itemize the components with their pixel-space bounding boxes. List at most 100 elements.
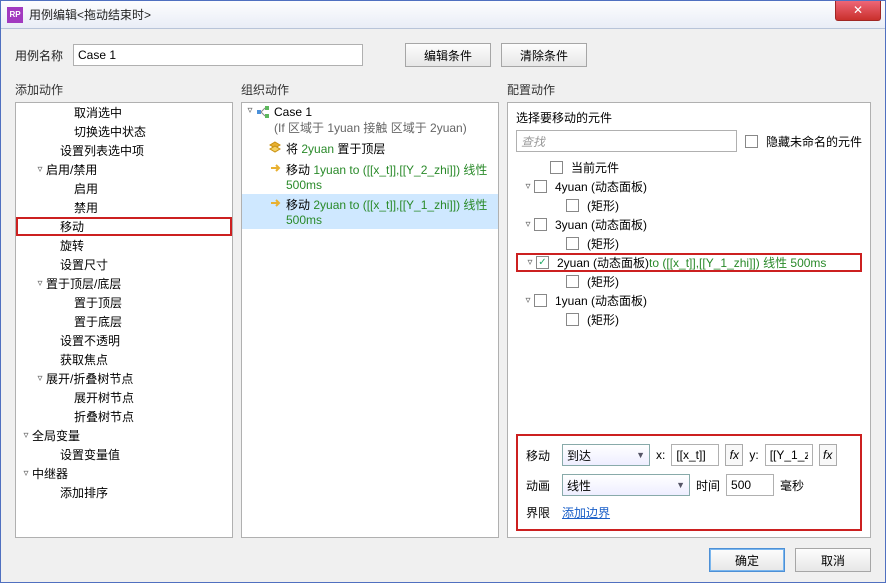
anim-type-value: 线性 bbox=[567, 477, 591, 494]
case-name-input[interactable] bbox=[73, 44, 363, 66]
action-text: 将 2yuan 置于顶层 bbox=[286, 140, 498, 157]
widget-checkbox[interactable] bbox=[566, 199, 579, 212]
widget-checkbox[interactable] bbox=[534, 180, 547, 193]
widget-checkbox[interactable] bbox=[534, 294, 547, 307]
action-tree-item[interactable]: ▿中继器 bbox=[16, 464, 232, 483]
widget-tree-item[interactable]: (矩形) bbox=[516, 272, 862, 291]
action-label: 移动 bbox=[60, 218, 84, 235]
organize-action-header: 组织动作 bbox=[241, 77, 499, 102]
case-icon bbox=[256, 105, 270, 119]
cancel-button[interactable]: 取消 bbox=[795, 548, 871, 572]
time-label: 时间 bbox=[696, 477, 720, 494]
bounds-label: 界限 bbox=[526, 504, 556, 521]
widget-checkbox[interactable] bbox=[550, 161, 563, 174]
action-tree-item[interactable]: 旋转 bbox=[16, 236, 232, 255]
search-input[interactable] bbox=[516, 130, 737, 152]
widget-checkbox[interactable] bbox=[566, 313, 579, 326]
move-type-select[interactable]: 到达▼ bbox=[562, 444, 650, 466]
widget-label: (矩形) bbox=[587, 197, 619, 214]
action-tree-item[interactable]: 置于顶层 bbox=[16, 293, 232, 312]
action-tree-item[interactable]: 禁用 bbox=[16, 198, 232, 217]
action-tree-item[interactable]: 设置不透明 bbox=[16, 331, 232, 350]
action-label: 置于底层 bbox=[74, 313, 122, 330]
x-label: x: bbox=[656, 448, 665, 462]
clear-condition-button[interactable]: 清除条件 bbox=[501, 43, 587, 67]
add-bounds-link[interactable]: 添加边界 bbox=[562, 504, 610, 521]
y-fx-button[interactable]: fx bbox=[819, 444, 837, 466]
select-widget-label: 选择要移动的元件 bbox=[516, 109, 862, 126]
expander-icon: ▿ bbox=[244, 105, 256, 116]
widget-tree-item[interactable]: (矩形) bbox=[516, 234, 862, 253]
close-button[interactable]: ✕ bbox=[835, 1, 881, 21]
expander-icon: ▿ bbox=[34, 373, 46, 384]
action-tree-item[interactable]: 移动 bbox=[16, 217, 232, 236]
action-tree-item[interactable]: 设置列表选中项 bbox=[16, 141, 232, 160]
widget-label: 4yuan (动态面板) bbox=[555, 178, 647, 195]
case-row[interactable]: ▿Case 1(If 区域于 1yuan 接触 区域于 2yuan) bbox=[242, 103, 498, 138]
action-tree-item[interactable]: ▿启用/禁用 bbox=[16, 160, 232, 179]
widget-checkbox[interactable] bbox=[534, 218, 547, 231]
action-text: 移动 1yuan to ([[x_t]],[[Y_2_zhi]]) 线性 500… bbox=[286, 161, 498, 192]
action-label: 展开树节点 bbox=[74, 389, 134, 406]
x-fx-button[interactable]: fx bbox=[725, 444, 743, 466]
widget-tree-item[interactable]: (矩形) bbox=[516, 310, 862, 329]
anim-type-select[interactable]: 线性▼ bbox=[562, 474, 690, 496]
action-tree-item[interactable]: 添加排序 bbox=[16, 483, 232, 502]
expander-icon: ▿ bbox=[522, 295, 534, 306]
widget-checkbox[interactable] bbox=[536, 256, 549, 269]
action-tree-item[interactable]: 置于底层 bbox=[16, 312, 232, 331]
widget-tree-item[interactable]: ▿2yuan (动态面板) to ([[x_t]],[[Y_1_zhi]]) 线… bbox=[516, 253, 862, 272]
action-label: 获取焦点 bbox=[60, 351, 108, 368]
action-label: 全局变量 bbox=[32, 427, 80, 444]
expander-icon: ▿ bbox=[522, 181, 534, 192]
case-action-row[interactable]: 移动 2yuan to ([[x_t]],[[Y_1_zhi]]) 线性 500… bbox=[242, 194, 498, 229]
expander-icon: ▿ bbox=[524, 257, 536, 268]
widget-checkbox[interactable] bbox=[566, 275, 579, 288]
action-tree-item[interactable]: ▿置于顶层/底层 bbox=[16, 274, 232, 293]
expander-icon: ▿ bbox=[34, 164, 46, 175]
widget-tree-item[interactable]: ▿ 4yuan (动态面板) bbox=[516, 177, 862, 196]
action-tree-item[interactable]: 设置尺寸 bbox=[16, 255, 232, 274]
widget-label: (矩形) bbox=[587, 235, 619, 252]
action-tree-item[interactable]: ▿展开/折叠树节点 bbox=[16, 369, 232, 388]
case-action-row[interactable]: 将 2yuan 置于顶层 bbox=[242, 138, 498, 159]
expander-icon: ▿ bbox=[34, 278, 46, 289]
widget-label: 1yuan (动态面板) bbox=[555, 292, 647, 309]
action-tree-item[interactable]: ▿全局变量 bbox=[16, 426, 232, 445]
action-label: 旋转 bbox=[60, 237, 84, 254]
widget-tree-item[interactable]: ▿ 1yuan (动态面板) bbox=[516, 291, 862, 310]
action-tree-item[interactable]: 启用 bbox=[16, 179, 232, 198]
action-label: 设置列表选中项 bbox=[60, 142, 144, 159]
action-label: 禁用 bbox=[74, 199, 98, 216]
action-tree-item[interactable]: 获取焦点 bbox=[16, 350, 232, 369]
add-action-panel: 取消选中切换选中状态设置列表选中项▿启用/禁用启用禁用移动旋转设置尺寸▿置于顶层… bbox=[15, 102, 233, 538]
anim-label: 动画 bbox=[526, 477, 556, 494]
action-tree-item[interactable]: 展开树节点 bbox=[16, 388, 232, 407]
case-action-row[interactable]: 移动 1yuan to ([[x_t]],[[Y_2_zhi]]) 线性 500… bbox=[242, 159, 498, 194]
window-title: 用例编辑<拖动结束时> bbox=[29, 6, 835, 23]
widget-checkbox[interactable] bbox=[566, 237, 579, 250]
ok-button[interactable]: 确定 bbox=[709, 548, 785, 572]
edit-condition-button[interactable]: 编辑条件 bbox=[405, 43, 491, 67]
time-input[interactable] bbox=[726, 474, 774, 496]
action-text: 移动 2yuan to ([[x_t]],[[Y_1_zhi]]) 线性 500… bbox=[286, 196, 498, 227]
x-input[interactable] bbox=[671, 444, 719, 466]
action-tree-item[interactable]: 折叠树节点 bbox=[16, 407, 232, 426]
case-condition: (If 区域于 1yuan 接触 区域于 2yuan) bbox=[274, 121, 467, 135]
widget-tree-item[interactable]: 当前元件 bbox=[516, 158, 862, 177]
configure-action-panel: 选择要移动的元件 隐藏未命名的元件 当前元件▿4yuan (动态面板)(矩形)▿… bbox=[507, 102, 871, 538]
case-name-label: 用例名称 bbox=[15, 47, 63, 64]
action-label: 启用/禁用 bbox=[46, 161, 97, 178]
action-label: 设置不透明 bbox=[60, 332, 120, 349]
action-tree-item[interactable]: 取消选中 bbox=[16, 103, 232, 122]
action-tree-item[interactable]: 设置变量值 bbox=[16, 445, 232, 464]
widget-tree-item[interactable]: (矩形) bbox=[516, 196, 862, 215]
action-label: 折叠树节点 bbox=[74, 408, 134, 425]
action-tree-item[interactable]: 切换选中状态 bbox=[16, 122, 232, 141]
widget-label: 3yuan (动态面板) bbox=[555, 216, 647, 233]
hide-unnamed-checkbox[interactable] bbox=[745, 135, 758, 148]
titlebar: RP 用例编辑<拖动结束时> ✕ bbox=[1, 1, 885, 29]
y-input[interactable] bbox=[765, 444, 813, 466]
widget-tree-item[interactable]: ▿3yuan (动态面板) bbox=[516, 215, 862, 234]
action-label: 取消选中 bbox=[74, 104, 122, 121]
